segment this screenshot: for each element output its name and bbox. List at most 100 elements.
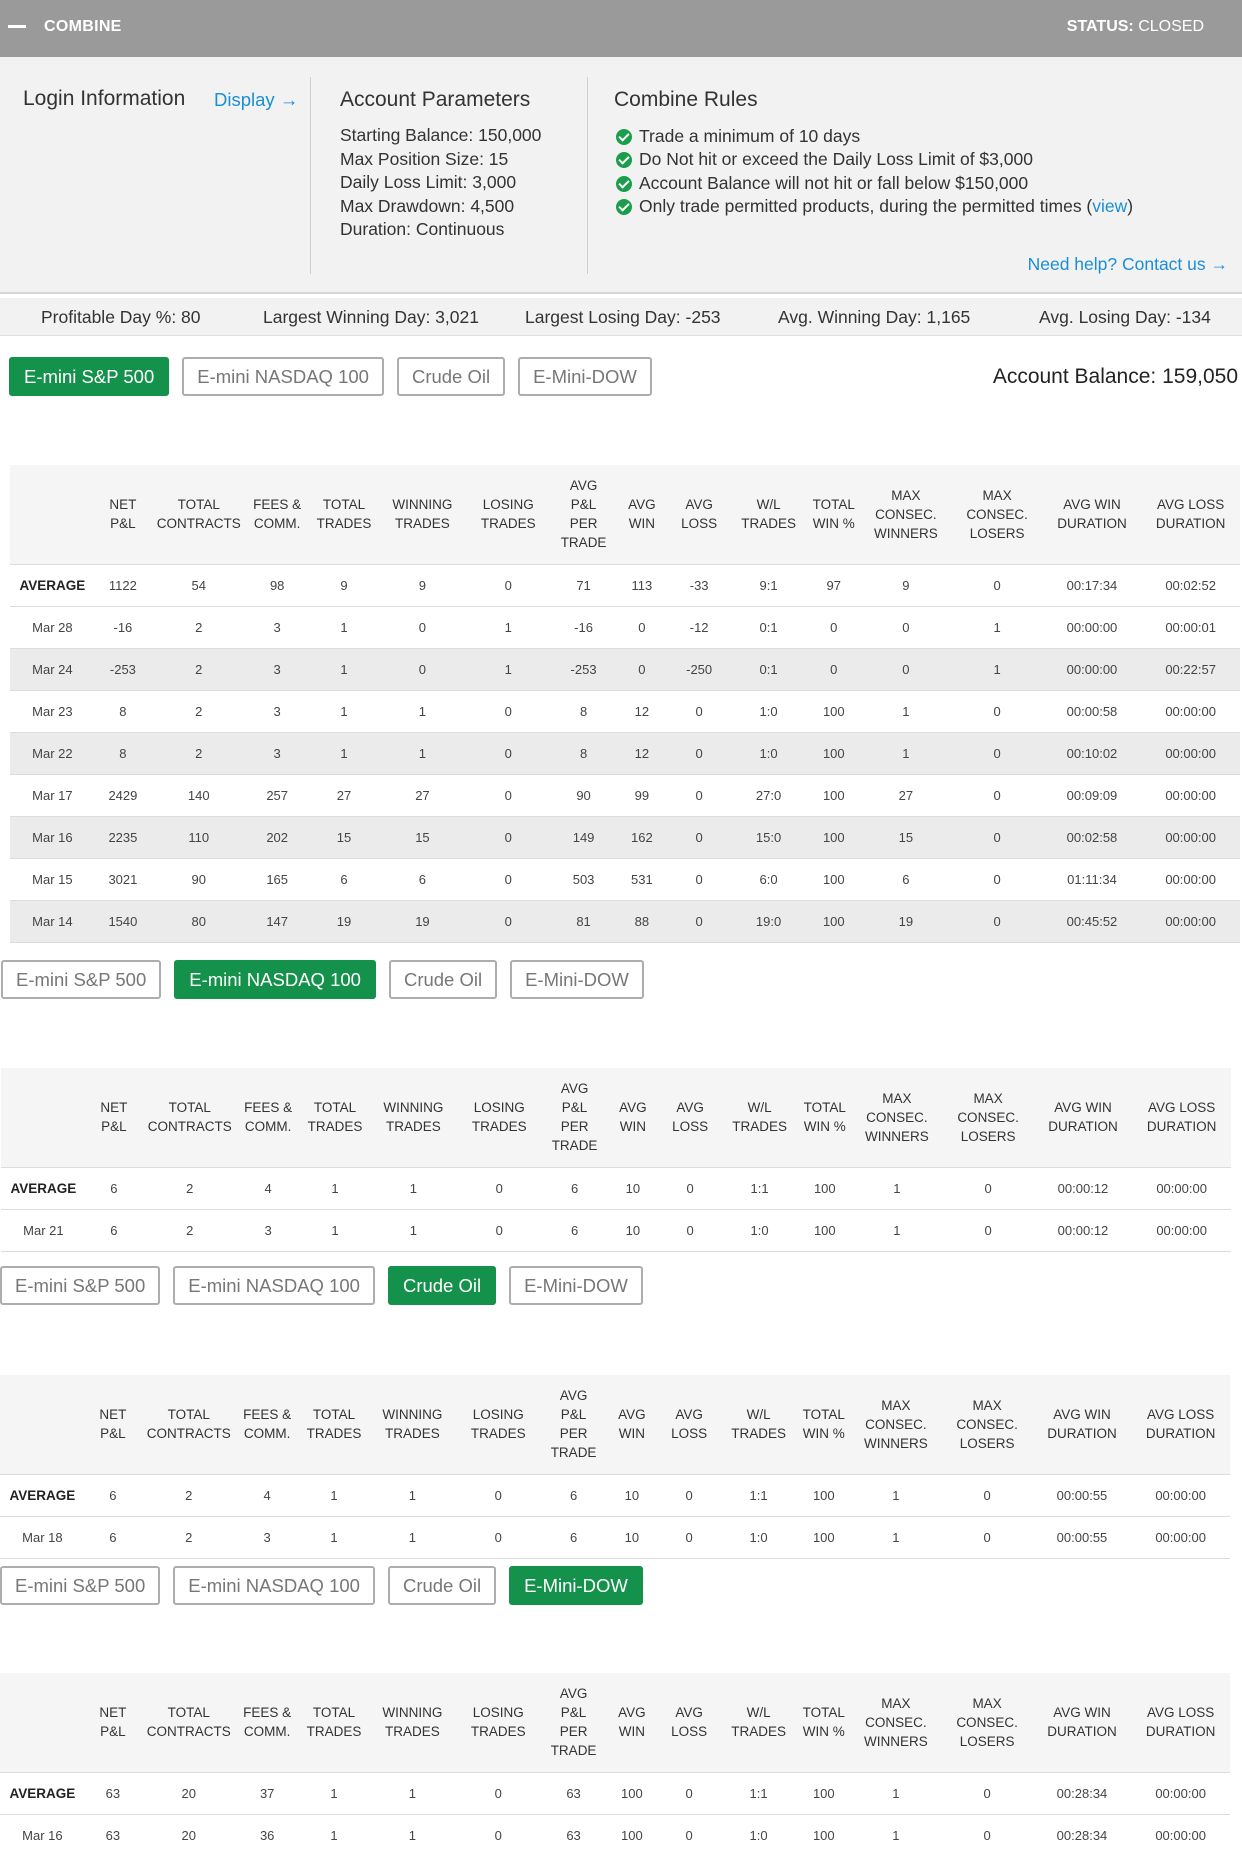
column-header: W/L TRADES	[719, 1375, 798, 1474]
tab-crude-oil[interactable]: Crude Oil	[387, 1266, 497, 1305]
table-cell: 37	[236, 1771, 298, 1814]
stats-table-emini-dow: NET P&L TOTAL CONTRACTS FEES & COMM. TOTAL …	[0, 1673, 1230, 1856]
column-header: TOTAL WIN %	[797, 1375, 851, 1474]
rule-item: Trade a minimum of 10 days	[614, 125, 1133, 148]
table-row: Mar 15 3021 90 165 6 6 0 503 531 0 6:0 100 6 0 01:11:3…	[10, 857, 1240, 900]
column-header: W/L TRADES	[729, 465, 808, 564]
table-cell: 00:09:09	[1042, 773, 1142, 816]
table-cell: 19	[380, 899, 465, 943]
tab-emini-sp500[interactable]: E-mini S&P 500	[1, 960, 162, 999]
table-cell: 6	[380, 857, 465, 900]
contact-us-link[interactable]: Need help? Contact us →	[1028, 254, 1228, 275]
table-cell: 1122	[94, 563, 151, 606]
column-header: NET P&L	[85, 1068, 142, 1167]
tab-crude-oil[interactable]: Crude Oil	[387, 1566, 497, 1605]
table-cell: 8	[94, 731, 151, 774]
column-header: AVG P&L PER TRADE	[541, 1375, 606, 1474]
row-label: AVERAGE	[0, 1473, 85, 1516]
tab-emini-dow[interactable]: E-Mini-DOW	[509, 1566, 643, 1605]
table-header-row: NET P&L TOTAL CONTRACTS FEES & COMM. TOTAL …	[0, 1375, 1230, 1474]
table-cell: 00:00:00	[1131, 1813, 1230, 1856]
table-cell: 1	[851, 1166, 943, 1209]
tab-emini-dow[interactable]: E-Mini-DOW	[509, 1266, 643, 1305]
table-cell: 1	[370, 1473, 455, 1516]
table-cell: 1	[860, 689, 952, 732]
table-cell: 1	[464, 605, 552, 648]
column-header: MAX CONSEC. WINNERS	[850, 1673, 942, 1772]
column-header: TOTAL WIN %	[797, 1673, 851, 1772]
rule-item: Account Balance will not hit or fall bel…	[614, 172, 1133, 195]
column-header: LOSING TRADES	[454, 1375, 542, 1474]
table-cell: 00:00:01	[1141, 605, 1240, 648]
table-cell: 99	[615, 773, 669, 816]
column-header: MAX CONSEC. WINNERS	[860, 465, 952, 564]
table-cell: 1:0	[729, 731, 808, 774]
stat-avg-winning-day: Avg. Winning Day: 1,165	[778, 307, 971, 327]
table-row: Mar 18 6 2 3 1 1 0 6 10 0 1:0 100 1 0 00:00:55 00:00:00	[0, 1515, 1230, 1559]
column-header: LOSING TRADES	[464, 465, 552, 564]
combine-rules-title: Combine Rules	[614, 88, 758, 111]
table-cell: 1	[297, 1771, 371, 1814]
view-link[interactable]: view	[1092, 196, 1127, 216]
column-header: MAX CONSEC. LOSERS	[951, 465, 1043, 564]
check-icon	[616, 175, 632, 192]
table-cell: 54	[151, 563, 247, 606]
column-header: TOTAL CONTRACTS	[151, 465, 247, 564]
column-header: WINNING TRADES	[371, 1068, 456, 1167]
tab-emini-sp500[interactable]: E-mini S&P 500	[9, 357, 170, 396]
tab-crude-oil[interactable]: Crude Oil	[396, 357, 506, 396]
tab-emini-sp500[interactable]: E-mini S&P 500	[0, 1566, 161, 1605]
table-cell: 6	[84, 1473, 141, 1516]
table-cell: 0	[464, 899, 552, 943]
table-cell: 00:10:02	[1042, 731, 1142, 774]
collapse-icon[interactable]	[8, 25, 26, 28]
tab-emini-dow[interactable]: E-Mini-DOW	[510, 960, 644, 999]
table-cell: 100	[807, 857, 861, 900]
table-cell: 1	[307, 731, 381, 774]
table-cell: 81	[551, 899, 616, 943]
tab-emini-nasdaq100[interactable]: E-mini NASDAQ 100	[174, 960, 376, 999]
table-cell: 3	[236, 1515, 298, 1559]
average-row: AVERAGE 6 2 4 1 1 0 6 10 0 1:1 100 1 0 00:00:12 00:00:0…	[1, 1166, 1231, 1209]
table-cell: 1:1	[719, 1771, 798, 1814]
table-cell: 63	[84, 1771, 141, 1814]
column-header: TOTAL TRADES	[307, 465, 381, 564]
table-cell: 0	[951, 689, 1043, 732]
table-cell: 00:02:58	[1042, 815, 1142, 858]
table-cell: 0	[941, 1473, 1033, 1516]
table-cell: 100	[797, 1473, 851, 1516]
table-cell: 8	[551, 689, 616, 732]
table-cell: 1	[370, 1813, 455, 1856]
tab-emini-dow[interactable]: E-Mini-DOW	[518, 357, 652, 396]
table-cell: 0	[454, 1813, 542, 1856]
table-cell: 1	[951, 647, 1043, 690]
column-header: TOTAL TRADES	[297, 1375, 371, 1474]
column-header: AVG LOSS DURATION	[1131, 1673, 1230, 1772]
header-blank	[10, 465, 95, 564]
display-link[interactable]: Display →	[214, 89, 298, 111]
column-header: AVG WIN DURATION	[1032, 1673, 1132, 1772]
tab-emini-nasdaq100[interactable]: E-mini NASDAQ 100	[173, 1266, 375, 1305]
tab-emini-sp500[interactable]: E-mini S&P 500	[0, 1266, 161, 1305]
table-cell: 2	[141, 1515, 237, 1559]
table-cell: 6	[85, 1166, 142, 1209]
table-cell: 00:28:34	[1032, 1813, 1132, 1856]
table-cell: 27	[307, 773, 381, 816]
tab-emini-nasdaq100[interactable]: E-mini NASDAQ 100	[182, 357, 384, 396]
table-cell: 1	[370, 1515, 455, 1559]
tab-crude-oil[interactable]: Crude Oil	[388, 960, 498, 999]
row-label: Mar 28	[10, 605, 95, 648]
column-header: MAX CONSEC. LOSERS	[941, 1673, 1033, 1772]
table-cell: 0	[659, 1166, 721, 1209]
tab-emini-nasdaq100[interactable]: E-mini NASDAQ 100	[173, 1566, 375, 1605]
column-header: AVG WIN	[605, 1673, 659, 1772]
divider	[587, 77, 588, 274]
table-cell: 100	[797, 1813, 851, 1856]
table-cell: -12	[668, 605, 730, 648]
table-header-row: NET P&L TOTAL CONTRACTS FEES & COMM. TOTAL …	[10, 465, 1240, 564]
table-cell: 0	[455, 1208, 543, 1252]
stat-profitable-day: Profitable Day %: 80	[41, 307, 201, 327]
table-cell: 1:0	[719, 1813, 798, 1856]
table-row: Mar 21 6 2 3 1 1 0 6 10 0 1:0 100 1 0 00:00:12 00:00:00	[1, 1208, 1231, 1252]
column-header: AVG WIN	[615, 465, 669, 564]
